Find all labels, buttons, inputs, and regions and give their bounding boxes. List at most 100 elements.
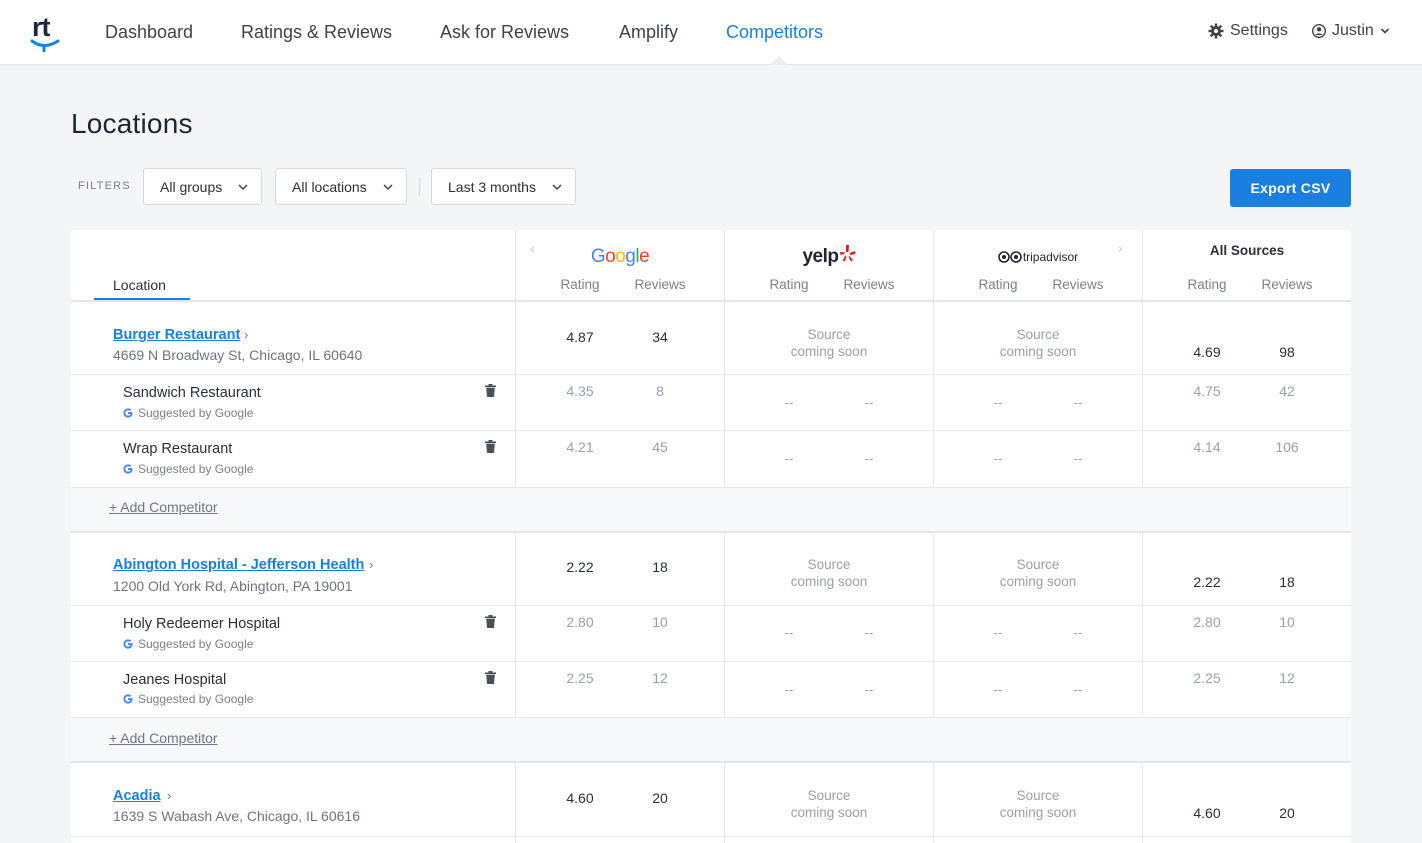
competitor-name: Sandwich Restaurant	[123, 385, 261, 401]
google-rating-value: 4.21	[566, 439, 594, 455]
chevron-right-icon[interactable]: ›	[369, 557, 373, 572]
empty-value: --	[993, 682, 1003, 697]
google-rating-value: 2.22	[566, 559, 594, 575]
google-rating-value: 4.60	[566, 790, 594, 806]
trash-icon[interactable]	[485, 384, 496, 397]
google-rating-value: 2.80	[566, 614, 594, 630]
row-divider	[71, 374, 1351, 375]
tripadvisor-rating-header[interactable]: Rating	[958, 277, 1038, 292]
locations-filter-dropdown[interactable]: All locations	[275, 168, 407, 205]
row-divider	[71, 661, 1351, 662]
nav-amplify[interactable]: Amplify	[619, 21, 678, 43]
all-sources-rating-header[interactable]: Rating	[1167, 277, 1247, 292]
coming-soon-line1: Source	[807, 557, 851, 572]
google-reviews-header[interactable]: Reviews	[620, 277, 700, 292]
all-reviews-value: 20	[1279, 805, 1295, 821]
gear-icon	[1208, 23, 1224, 39]
trash-icon[interactable]	[485, 440, 496, 453]
coming-soon-line1: Source	[807, 327, 851, 342]
all-reviews-value: 42	[1279, 383, 1295, 399]
location-link[interactable]: Acadia	[113, 788, 161, 804]
settings-link[interactable]: Settings	[1208, 21, 1288, 41]
chevron-down-icon	[552, 183, 562, 190]
groups-filter-value: All groups	[160, 178, 223, 195]
tripadvisor-coming-soon: Source coming soon	[934, 556, 1142, 590]
all-sources-reviews-header[interactable]: Reviews	[1247, 277, 1327, 292]
location-address: 4669 N Broadway St, Chicago, IL 60640	[113, 347, 363, 363]
tripadvisor-reviews-header[interactable]: Reviews	[1038, 277, 1118, 292]
date-range-value: Last 3 months	[448, 178, 536, 195]
coming-soon-line2: coming soon	[790, 344, 868, 359]
empty-value: --	[864, 451, 874, 466]
yelp-reviews-header[interactable]: Reviews	[829, 277, 909, 292]
export-csv-button[interactable]: Export CSV	[1230, 169, 1351, 207]
nav-ratings-reviews[interactable]: Ratings & Reviews	[241, 21, 392, 43]
yelp-burst-icon	[839, 245, 856, 262]
chevron-right-icon[interactable]: ›	[167, 788, 171, 803]
google-reviews-value: 10	[652, 614, 668, 630]
all-rating-value: 2.80	[1193, 614, 1221, 630]
tripadvisor-coming-soon: Source coming soon	[934, 787, 1142, 821]
empty-value: --	[993, 451, 1003, 466]
add-competitor-link[interactable]: + Add Competitor	[109, 499, 218, 515]
add-competitor-row: + Add Competitor	[71, 717, 1351, 761]
empty-value: --	[784, 625, 794, 640]
trash-icon[interactable]	[485, 671, 496, 684]
coming-soon-line1: Source	[807, 788, 851, 803]
filters-label: FILTERS	[78, 180, 131, 192]
empty-value: --	[864, 682, 874, 697]
location-address: 1200 Old York Rd, Abington, PA 19001	[113, 578, 353, 594]
user-menu[interactable]: Justin	[1312, 21, 1390, 41]
empty-value: --	[993, 395, 1003, 410]
trash-icon[interactable]	[485, 615, 496, 628]
yelp-rating-header[interactable]: Rating	[749, 277, 829, 292]
row-divider	[71, 836, 1351, 837]
suggested-by-google: Suggested by Google	[123, 692, 253, 706]
google-logo-text: Google	[590, 246, 650, 267]
location-link[interactable]: Burger Restaurant	[113, 327, 240, 343]
suggested-by-google: Suggested by Google	[123, 637, 253, 651]
coming-soon-line1: Source	[1016, 788, 1060, 803]
empty-value: --	[1073, 395, 1083, 410]
empty-value: --	[1073, 625, 1083, 640]
locations-filter-value: All locations	[292, 178, 367, 195]
group-divider	[71, 761, 1351, 763]
chevron-down-icon	[238, 183, 248, 190]
user-avatar-icon	[1312, 24, 1326, 38]
date-range-dropdown[interactable]: Last 3 months	[431, 168, 576, 205]
google-rating-value: 4.87	[566, 329, 594, 345]
google-g-icon	[123, 408, 133, 418]
suggested-label: Suggested by Google	[138, 637, 254, 651]
all-rating-value: 2.25	[1193, 670, 1221, 686]
suggested-label: Suggested by Google	[138, 462, 254, 476]
location-column-header[interactable]: Location	[113, 277, 166, 293]
google-rating-value: 4.35	[566, 383, 594, 399]
empty-value: --	[1073, 451, 1083, 466]
groups-filter-dropdown[interactable]: All groups	[143, 168, 262, 205]
chevron-down-icon	[383, 183, 393, 190]
google-rating-value: 2.25	[566, 670, 594, 686]
rt-logo[interactable]: rt	[30, 12, 64, 52]
empty-value: --	[784, 682, 794, 697]
google-reviews-value: 18	[652, 559, 668, 575]
google-logo: Google	[516, 244, 724, 270]
google-reviews-value: 12	[652, 670, 668, 686]
add-competitor-link[interactable]: + Add Competitor	[109, 730, 218, 746]
nav-ask-for-reviews[interactable]: Ask for Reviews	[440, 21, 569, 43]
user-name: Justin	[1332, 22, 1374, 39]
tripadvisor-owl-icon	[998, 251, 1022, 263]
google-rating-header[interactable]: Rating	[540, 277, 620, 292]
active-nav-indicator	[770, 56, 788, 65]
suggested-by-google: Suggested by Google	[123, 462, 253, 476]
tripadvisor-logo: tripadvisor	[934, 244, 1142, 270]
google-reviews-value: 45	[652, 439, 668, 455]
coming-soon-line1: Source	[1016, 557, 1060, 572]
empty-value: --	[864, 395, 874, 410]
nav-competitors[interactable]: Competitors	[726, 21, 823, 43]
suggested-by-google: Suggested by Google	[123, 406, 253, 420]
nav-dashboard[interactable]: Dashboard	[105, 21, 193, 43]
location-link[interactable]: Abington Hospital - Jefferson Health	[113, 557, 364, 573]
coming-soon-line2: coming soon	[999, 805, 1077, 820]
chevron-right-icon[interactable]: ›	[244, 327, 248, 342]
all-reviews-value: 18	[1279, 574, 1295, 590]
